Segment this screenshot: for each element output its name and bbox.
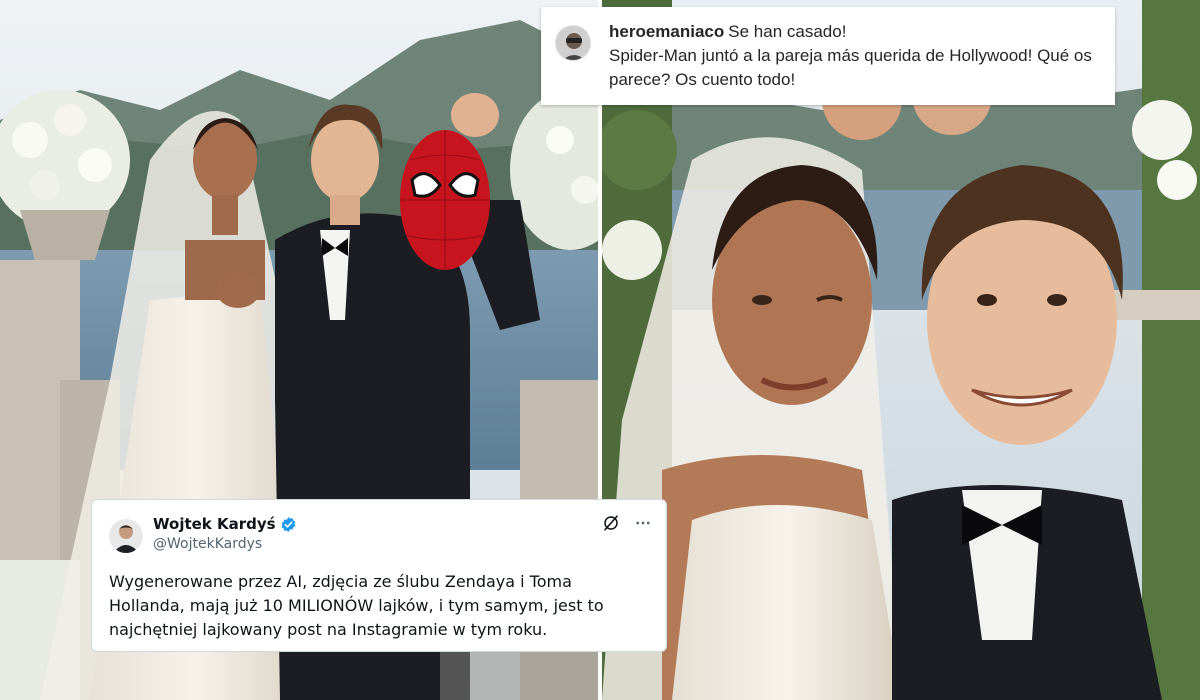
instagram-username[interactable]: heroemaniaco	[609, 22, 724, 41]
tweet-card: Wojtek Kardyś @WojtekKardys Wygenerowane…	[91, 499, 667, 652]
instagram-caption-line1: Se han casado!	[728, 22, 847, 41]
tweet-text: Wygenerowane przez AI, zdjęcia ze ślubu …	[109, 572, 604, 639]
verified-badge-icon	[280, 516, 297, 533]
avatar[interactable]	[109, 519, 143, 553]
instagram-caption-card: heroemaniaco Se han casado! Spider-Man ju…	[541, 7, 1115, 105]
instagram-caption-line2: Spider-Man juntó a la pareja más querida…	[609, 46, 1092, 89]
instagram-caption: heroemaniaco Se han casado! Spider-Man ju…	[609, 20, 1099, 92]
tweet-display-name[interactable]: Wojtek Kardyś	[153, 515, 276, 533]
slash-circle-icon[interactable]	[602, 514, 620, 536]
tweet-handle[interactable]: @WojtekKardys	[153, 536, 262, 552]
wedding-photo-right	[602, 0, 1200, 700]
more-horizontal-icon[interactable]	[634, 514, 652, 536]
avatar[interactable]	[555, 25, 591, 61]
